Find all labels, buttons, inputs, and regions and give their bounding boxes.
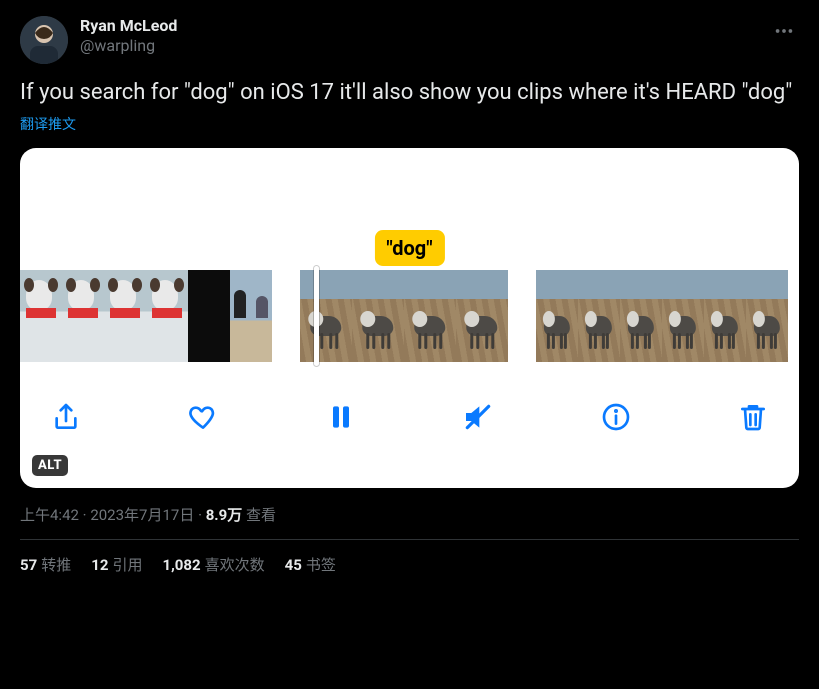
tweet-meta[interactable]: 上午4:42 · 2023年7月17日 · 8.9万 查看: [20, 504, 799, 525]
thumbnail: [300, 270, 352, 362]
thumbnail: [352, 270, 404, 362]
avatar[interactable]: [20, 16, 68, 64]
thumbnail: [146, 270, 188, 362]
clip-group-2[interactable]: [300, 270, 508, 362]
media-card[interactable]: "dog": [20, 148, 799, 488]
heart-icon: [187, 401, 219, 433]
tweet-text: If you search for "dog" on iOS 17 it'll …: [20, 78, 799, 108]
more-icon: [773, 20, 795, 42]
pause-button[interactable]: [323, 399, 359, 435]
delete-button[interactable]: [735, 399, 771, 435]
mute-icon: [462, 401, 494, 433]
playhead[interactable]: [314, 266, 319, 366]
pause-icon: [325, 401, 357, 433]
avatar-image: [20, 16, 68, 64]
views-label: 查看: [246, 506, 276, 524]
trash-icon: [737, 401, 769, 433]
thumbnail: [536, 270, 578, 362]
mute-button[interactable]: [460, 399, 496, 435]
thumbnail: [620, 270, 662, 362]
share-button[interactable]: [48, 399, 84, 435]
caption-chip: "dog": [374, 230, 444, 266]
more-button[interactable]: [769, 16, 799, 50]
share-icon: [50, 401, 82, 433]
thumbnail: [704, 270, 746, 362]
bookmarks-stat[interactable]: 45书签: [285, 554, 336, 575]
timeline-strip[interactable]: [20, 270, 799, 362]
display-name: Ryan McLeod: [80, 16, 769, 36]
tweet-container: Ryan McLeod @warpling If you search for …: [0, 0, 819, 589]
quotes-stat[interactable]: 12引用: [91, 554, 142, 575]
thumbnail: [404, 270, 456, 362]
handle: @warpling: [80, 36, 769, 56]
like-button[interactable]: [185, 399, 221, 435]
retweets-stat[interactable]: 57转推: [20, 554, 71, 575]
likes-stat[interactable]: 1,082喜欢次数: [162, 554, 264, 575]
media-toolbar: [20, 362, 799, 472]
thumbnail: [20, 270, 62, 362]
alt-badge[interactable]: ALT: [32, 455, 68, 476]
tweet-header: Ryan McLeod @warpling: [20, 16, 799, 64]
thumbnail: [456, 270, 508, 362]
thumbnail: [662, 270, 704, 362]
date: 2023年7月17日: [90, 506, 194, 524]
translate-link[interactable]: 翻译推文: [20, 114, 799, 134]
media-top: "dog": [20, 148, 799, 270]
clip-group-1[interactable]: [20, 270, 272, 362]
author-names[interactable]: Ryan McLeod @warpling: [80, 16, 769, 56]
clip-group-3[interactable]: [536, 270, 788, 362]
time: 上午4:42: [20, 506, 79, 524]
thumbnail: [578, 270, 620, 362]
info-icon: [600, 401, 632, 433]
info-button[interactable]: [598, 399, 634, 435]
thumbnail: [62, 270, 104, 362]
thumbnail: [746, 270, 788, 362]
views-count: 8.9万: [206, 506, 243, 524]
tweet-stats: 57转推 12引用 1,082喜欢次数 45书签: [20, 540, 799, 589]
thumbnail: [188, 270, 230, 362]
thumbnail: [104, 270, 146, 362]
thumbnail: [230, 270, 272, 362]
